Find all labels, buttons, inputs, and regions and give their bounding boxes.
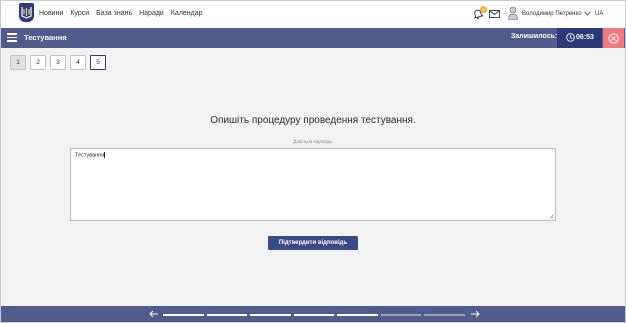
clock-icon [566, 33, 575, 42]
answer-value-text: Тестування [75, 152, 105, 159]
mail-icon[interactable] [489, 10, 500, 18]
timer-value: 06:53 [576, 34, 594, 41]
avatar-icon[interactable] [508, 6, 518, 20]
logo-icon[interactable] [19, 3, 34, 22]
arrow-left-icon[interactable] [149, 310, 159, 318]
close-button[interactable] [603, 28, 624, 48]
progress-segment [424, 314, 466, 316]
answer-label: Довільна відповідь [293, 139, 333, 144]
remaining-label: Залишилось: [511, 33, 558, 40]
text-caret [104, 152, 105, 158]
answer-textarea[interactable]: Тестування [70, 148, 556, 221]
progress-segment [163, 314, 204, 316]
nav-item-knowledge-base[interactable]: База знань [96, 10, 132, 17]
arrow-right-icon[interactable] [470, 310, 480, 318]
nav-item-meetings[interactable]: Наради [139, 10, 164, 17]
question-text: Опишіть процедуру проведення тестування. [210, 115, 416, 126]
nav-item-courses[interactable]: Курси [70, 10, 89, 17]
resize-handle-icon[interactable] [549, 214, 554, 219]
question-nav-2[interactable]: 2 [30, 55, 46, 70]
question-navigator: 1 2 3 4 5 [10, 55, 106, 70]
progress-segment [380, 314, 422, 316]
user-name[interactable]: Володимир Петренко [522, 11, 582, 17]
question-nav-1[interactable]: 1 [10, 55, 26, 70]
page-title: Тестування [24, 33, 67, 42]
question-progress [163, 314, 466, 316]
nav-item-news[interactable]: Новини [39, 10, 63, 17]
hamburger-icon[interactable] [7, 33, 17, 42]
progress-segment [206, 314, 248, 316]
close-icon [608, 33, 619, 44]
timer: 06:53 [557, 28, 602, 48]
question-nav-4[interactable]: 4 [70, 55, 86, 70]
progress-segment [293, 314, 335, 316]
nav-item-calendar[interactable]: Календар [171, 10, 203, 17]
notification-badge: 8 [480, 6, 487, 13]
main-nav: Новини Курси База знань Наради Календар [39, 10, 203, 17]
progress-segment [250, 314, 291, 316]
bottom-bar [1, 306, 625, 322]
progress-segment [337, 314, 378, 316]
language-selector[interactable]: UA [595, 11, 603, 17]
question-nav-3[interactable]: 3 [50, 55, 66, 70]
chevron-down-icon[interactable] [584, 11, 591, 16]
question-nav-5[interactable]: 5 [90, 55, 106, 70]
submit-answer-button[interactable]: Підтвердити відповідь [268, 236, 358, 250]
title-bar: Тестування Залишилось: [1, 28, 625, 48]
answer-value: Тестування [75, 152, 105, 158]
